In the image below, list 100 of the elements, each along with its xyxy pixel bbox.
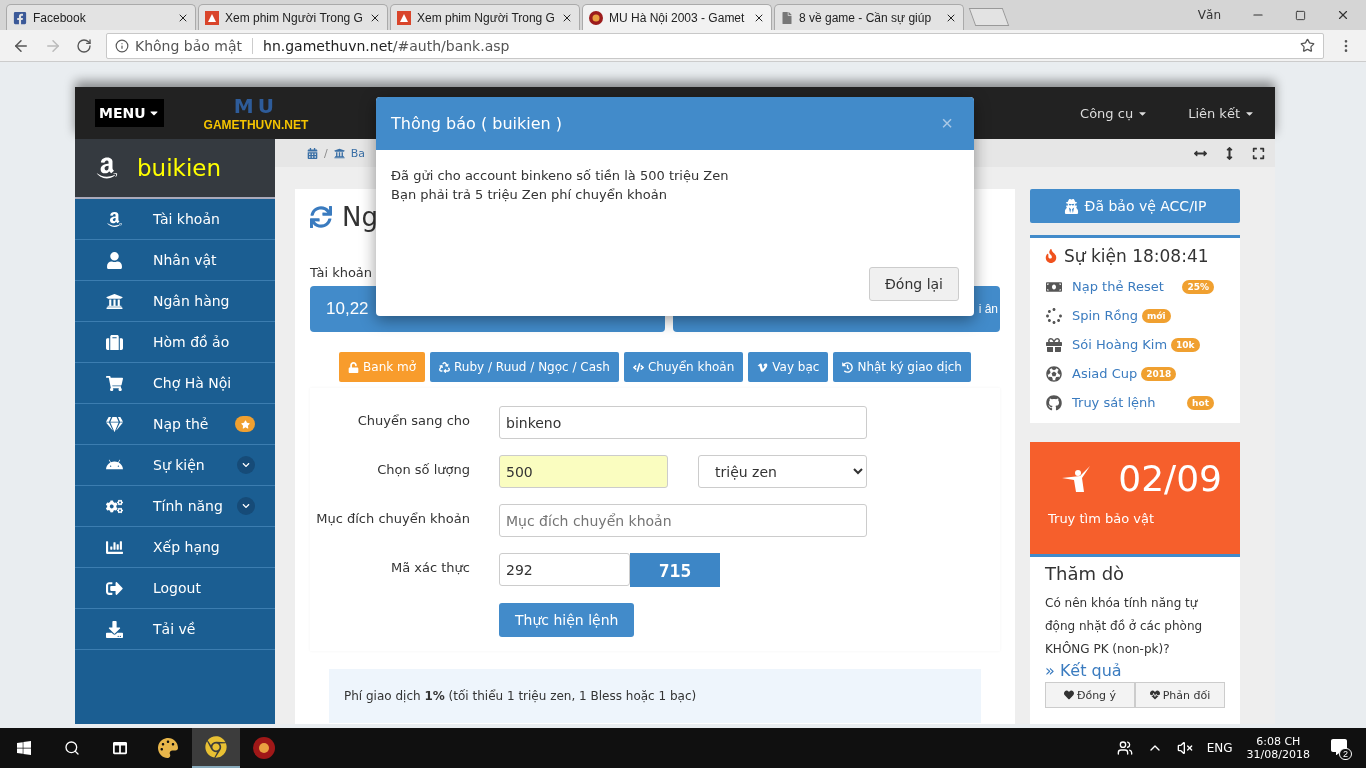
palette-icon: [158, 738, 178, 758]
protect-button[interactable]: Đã bảo vệ ACC/IP: [1030, 189, 1240, 223]
maximize-icon[interactable]: [1295, 9, 1306, 21]
results-link[interactable]: » Kết quả: [1045, 661, 1122, 680]
reload-icon[interactable]: [76, 37, 92, 54]
speech-bubble-icon: [1331, 738, 1347, 755]
event-link[interactable]: Nạp thẻ Reset: [1072, 279, 1164, 294]
url-text: hn.gamethuvn.net/#auth/bank.asp: [263, 37, 510, 54]
suitcase-icon: [105, 333, 123, 351]
people-icon[interactable]: [1116, 740, 1133, 756]
event-link[interactable]: Asiad Cup: [1072, 366, 1138, 381]
bar-chart-icon: [105, 538, 123, 556]
sidebar-item[interactable]: Sự kiện: [75, 445, 275, 486]
notifications-button[interactable]: 2: [1324, 733, 1354, 763]
browser-tab[interactable]: 8 về game - Cần sự giúp: [774, 4, 964, 30]
event-link[interactable]: Truy sát lệnh: [1072, 395, 1156, 410]
windows-logo-icon: [16, 740, 32, 756]
submit-button[interactable]: Thực hiện lệnh: [499, 603, 635, 637]
event-badge: 25%: [1182, 279, 1214, 294]
dialog-message: Đã gửi cho account binkeno số tiền là 500 triệu Zen: [391, 168, 730, 183]
download-icon: [105, 620, 123, 638]
recycle-icon: [439, 361, 451, 373]
clock[interactable]: 6:08 CH 31/08/2018: [1246, 735, 1310, 761]
facebook-icon: [13, 10, 27, 25]
refresh-icon[interactable]: [310, 206, 332, 228]
star-badge: [235, 416, 255, 432]
action-button[interactable]: Chuyển khoản: [623, 352, 744, 382]
sidebar-item[interactable]: Nạp thẻ: [75, 404, 275, 445]
user-icon: [105, 251, 123, 269]
browser-tab[interactable]: Xem phim Người Trong G: [390, 4, 580, 30]
bookmark-star-icon[interactable]: [1300, 38, 1315, 53]
poll-question: Có nên khóa tính năng tự động nhặt đồ ở các phòng KHÔNG PK (non-pk)?: [1045, 596, 1203, 656]
cat-icon: [1046, 394, 1062, 411]
browser-tab[interactable]: MU Hà Nội 2003 - Gamet: [582, 4, 772, 30]
site-logo[interactable]: MU GAMETHUVN.NET: [203, 94, 309, 132]
action-button[interactable]: Nhật ký giao dịch: [833, 352, 971, 382]
v-icon: [757, 361, 769, 373]
event-link[interactable]: Sói Hoàng Kim: [1072, 337, 1168, 352]
triangle-logo-icon: [205, 10, 219, 25]
diamond-icon: [105, 415, 123, 433]
browser-tab[interactable]: Xem phim Người Trong G: [198, 4, 388, 30]
cart-icon: [105, 374, 123, 392]
language-indicator[interactable]: ENG: [1206, 741, 1233, 755]
menu-button[interactable]: MENU: [95, 99, 164, 127]
game-logo-icon: [253, 737, 275, 759]
field-label: Mục đích chuyển khoản: [315, 510, 470, 528]
user-name: buikien: [137, 155, 221, 181]
security-label: Không bảo mật: [135, 37, 243, 54]
captcha-field[interactable]: 292: [499, 553, 630, 586]
dialog-message: Bạn phải trả 5 triệu Zen phí chuyển khoản: [391, 187, 668, 202]
panel-title: Sự kiện 18:08:41: [1064, 246, 1209, 266]
calendar-icon: [307, 147, 318, 159]
amazon-logo-icon: [105, 210, 123, 228]
breadcrumb-link[interactable]: Ba: [350, 146, 365, 160]
muted-speaker-icon[interactable]: [1176, 740, 1193, 756]
sidebar-item[interactable]: Tính năng: [75, 486, 275, 527]
triangle-logo-icon: [397, 10, 411, 25]
page-icon: [781, 11, 793, 24]
input-field[interactable]: Mục đích chuyển khoản: [499, 504, 867, 537]
close-dialog-button[interactable]: Đóng lại: [869, 267, 959, 301]
dialog-title: Thông báo ( buikien ): [391, 114, 562, 133]
chevron-down-icon: [237, 456, 255, 474]
fire-icon: [1044, 249, 1058, 263]
task-view-icon: [113, 741, 127, 755]
search-icon: [64, 740, 80, 756]
expand-icon[interactable]: [1252, 146, 1265, 160]
address-bar[interactable]: Không bảo mật hn.gamethuvn.net/#auth/bank.asp: [106, 32, 1324, 59]
sidebar-item[interactable]: Hòm đồ ảo: [75, 322, 275, 363]
amazon-logo-icon: [95, 156, 119, 180]
nav-dropdown[interactable]: Liên kết: [1188, 105, 1255, 121]
unlock-icon: [348, 361, 360, 373]
profile-name[interactable]: Văn: [1197, 8, 1221, 22]
action-button[interactable]: Ruby / Ruud / Ngọc / Cash: [430, 352, 619, 382]
account-label: Tài khoản: [310, 265, 374, 280]
event-badge: 2018: [1141, 366, 1177, 381]
taskbar-app[interactable]: [192, 728, 240, 768]
heartbeat-icon: [1149, 690, 1160, 700]
nav-dropdown[interactable]: Công cụ: [1080, 105, 1149, 121]
close-icon[interactable]: [1336, 8, 1350, 22]
treasure-label: Truy tìm bảo vật: [1048, 511, 1155, 526]
bank-icon: [105, 292, 123, 310]
input-field[interactable]: binkeno: [499, 406, 867, 439]
browser-tab[interactable]: Facebook: [6, 4, 196, 30]
info-icon: [115, 38, 129, 53]
spinner-icon: [1046, 307, 1062, 324]
event-badge: hot: [1187, 395, 1214, 410]
vote-button[interactable]: Đồng ý: [1045, 682, 1135, 708]
event-badge: mới: [1141, 308, 1171, 323]
unit-select[interactable]: triệu zen: [698, 455, 867, 488]
history-icon: [842, 361, 854, 373]
breadcrumb-separator: /: [324, 146, 328, 160]
football-icon: [1046, 365, 1062, 382]
event-badge: 10k: [1171, 337, 1200, 352]
event-link[interactable]: Spin Rồng: [1072, 308, 1138, 323]
vote-button[interactable]: Phản đối: [1135, 682, 1225, 708]
action-button[interactable]: Vay bạc: [748, 352, 829, 382]
code-icon: [632, 361, 644, 373]
chevron-down-icon: [237, 497, 255, 515]
amount-field[interactable]: 500: [499, 455, 668, 488]
gears-icon: [105, 497, 123, 515]
